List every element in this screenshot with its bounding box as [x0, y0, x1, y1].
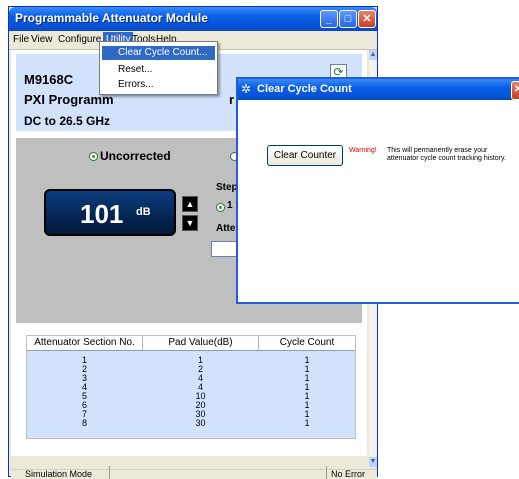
cell-pad-value: 30 [195, 418, 206, 428]
status-mode: Simulation Mode [25, 469, 93, 479]
dialog-close-button[interactable]: ✕ [511, 81, 519, 100]
model-label: M9168C [24, 72, 74, 87]
uncorrected-radio[interactable] [89, 152, 98, 161]
scroll-down-icon[interactable]: ▼ [369, 457, 377, 467]
attenuation-value: 101 [80, 199, 124, 229]
close-button[interactable]: ✕ [358, 10, 376, 28]
frequency-label: DC to 26.5 GHz [24, 114, 111, 128]
warning-text: This will permanently erase your attenua… [387, 147, 506, 162]
clear-counter-button[interactable]: Clear Counter [267, 145, 343, 166]
table-row: 8 30 1 [27, 419, 355, 428]
menu-configure[interactable]: Configure [58, 34, 101, 45]
table-header: Attenuator Section No. Pad Value(dB) Cyc… [27, 336, 355, 351]
step-1-radio[interactable] [216, 203, 225, 212]
gear-icon: ✲ [241, 82, 252, 96]
dialog-titlebar[interactable]: ✲ Clear Cycle Count ✕ [238, 79, 519, 100]
status-error: No Error [331, 469, 366, 479]
step-1-label: 1 [227, 200, 233, 211]
menu-file[interactable]: File [13, 34, 29, 45]
menu-reset[interactable]: Reset... [102, 63, 215, 77]
uncorrected-label: Uncorrected [100, 149, 171, 163]
status-divider [109, 466, 110, 479]
dialog-title: Clear Cycle Count [257, 83, 352, 95]
menu-clear-cycle-count[interactable]: Clear Cycle Count... [102, 46, 215, 60]
utility-menu-dropdown: Clear Cycle Count... Reset... Errors... [99, 41, 218, 95]
main-titlebar[interactable]: Programmable Attenuator Module _ □ ✕ [9, 7, 377, 31]
cell-cycle-count: 1 [304, 418, 310, 428]
step-down-button[interactable]: ▼ [182, 215, 198, 231]
header-cycle-count[interactable]: Cycle Count [259, 337, 355, 348]
minimize-button[interactable]: _ [320, 10, 338, 28]
scroll-up-icon[interactable]: ▲ [369, 50, 377, 60]
menu-errors[interactable]: Errors... [102, 78, 215, 92]
status-divider [326, 466, 327, 479]
menu-view[interactable]: View [31, 34, 53, 45]
cycle-count-table: Attenuator Section No. Pad Value(dB) Cyc… [26, 335, 356, 439]
header-section-no[interactable]: Attenuator Section No. [27, 337, 142, 348]
header-pad-value[interactable]: Pad Value(dB) [143, 337, 258, 348]
warning-label: Warning! [349, 147, 377, 154]
attenuation-display: 101 dB [44, 189, 176, 236]
cell-section-no: 8 [81, 418, 87, 428]
window-title: Programmable Attenuator Module [15, 11, 208, 25]
statusbar: Simulation Mode No Error [11, 466, 377, 479]
maximize-button[interactable]: □ [339, 10, 357, 28]
attenuation-unit: dB [136, 206, 151, 218]
clear-cycle-count-dialog: ✲ Clear Cycle Count ✕ Clear Counter Warn… [236, 77, 519, 304]
step-up-button[interactable]: ▲ [182, 196, 198, 212]
